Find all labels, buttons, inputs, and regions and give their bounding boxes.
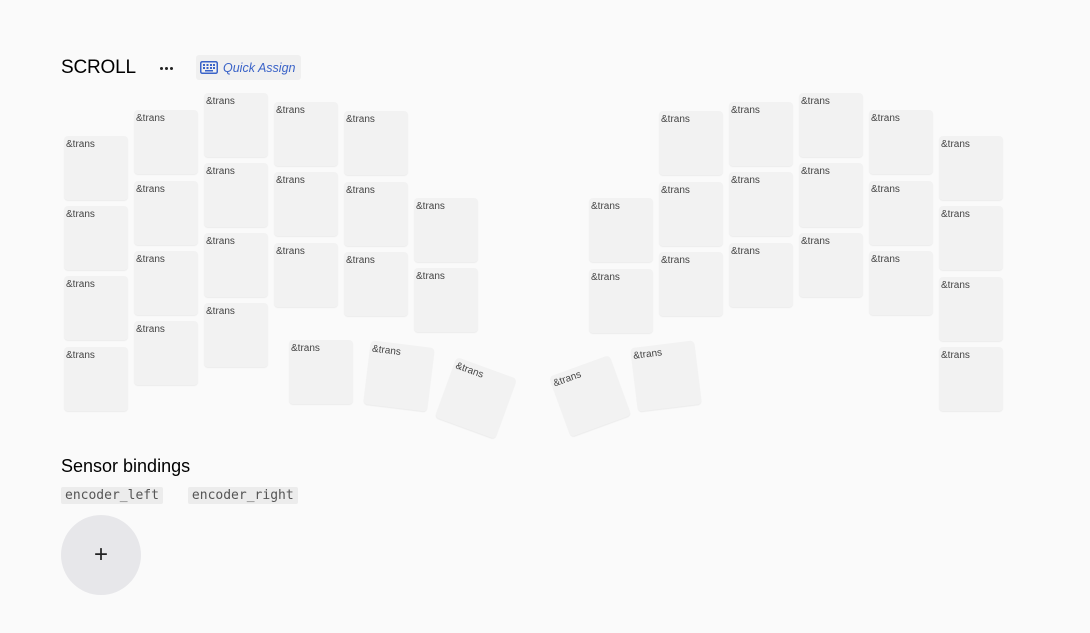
key-label: &trans: [731, 175, 760, 186]
key-label: &trans: [346, 185, 375, 196]
key-label: &trans: [453, 360, 485, 381]
key-label: &trans: [871, 254, 900, 265]
key[interactable]: &trans: [344, 252, 408, 316]
key-label: &trans: [291, 343, 320, 354]
key-label: &trans: [206, 166, 235, 177]
key[interactable]: &trans: [204, 303, 268, 367]
key-label: &trans: [941, 139, 970, 150]
key[interactable]: &trans: [289, 340, 353, 404]
key-label: &trans: [276, 175, 305, 186]
key-label: &trans: [731, 105, 760, 116]
key[interactable]: &trans: [548, 354, 632, 438]
key-label: &trans: [941, 280, 970, 291]
key-label: &trans: [661, 185, 690, 196]
sensor-binding-item[interactable]: encoder_left: [61, 487, 163, 504]
key-label: &trans: [66, 350, 95, 361]
key-label: &trans: [871, 113, 900, 124]
key-label: &trans: [206, 96, 235, 107]
sensor-binding-item[interactable]: encoder_right: [187, 487, 298, 504]
key[interactable]: &trans: [589, 198, 653, 262]
key[interactable]: &trans: [64, 206, 128, 270]
key-label: &trans: [136, 184, 165, 195]
key[interactable]: &trans: [64, 276, 128, 340]
key-label: &trans: [276, 246, 305, 257]
key-label: &trans: [276, 105, 305, 116]
key[interactable]: &trans: [274, 243, 338, 307]
key[interactable]: &trans: [729, 172, 793, 236]
key[interactable]: &trans: [799, 93, 863, 157]
key[interactable]: &trans: [204, 93, 268, 157]
key[interactable]: &trans: [363, 340, 435, 412]
key[interactable]: &trans: [414, 268, 478, 332]
key-label: &trans: [632, 347, 663, 362]
key[interactable]: &trans: [729, 243, 793, 307]
key[interactable]: &trans: [939, 347, 1003, 411]
key[interactable]: &trans: [134, 251, 198, 315]
key-label: &trans: [591, 272, 620, 283]
key-label: &trans: [591, 201, 620, 212]
key-label: &trans: [66, 139, 95, 150]
key[interactable]: &trans: [64, 136, 128, 200]
key-label: &trans: [801, 166, 830, 177]
key-label: &trans: [136, 324, 165, 335]
key[interactable]: &trans: [729, 102, 793, 166]
key-label: &trans: [941, 209, 970, 220]
key-label: &trans: [941, 350, 970, 361]
key-label: &trans: [551, 369, 583, 390]
key[interactable]: &trans: [204, 233, 268, 297]
key-label: &trans: [416, 271, 445, 282]
key[interactable]: &trans: [204, 163, 268, 227]
key[interactable]: &trans: [869, 110, 933, 174]
sensor-bindings-list: encoder_left encoder_right: [61, 487, 323, 504]
key[interactable]: &trans: [799, 163, 863, 227]
key[interactable]: &trans: [659, 252, 723, 316]
key[interactable]: &trans: [630, 340, 702, 412]
key-label: &trans: [661, 114, 690, 125]
key[interactable]: &trans: [344, 182, 408, 246]
keyboard-layout: &trans &trans &trans &trans &trans &trans &tra…: [0, 0, 1090, 450]
key-label: &trans: [801, 96, 830, 107]
key[interactable]: &trans: [344, 111, 408, 175]
key[interactable]: &trans: [64, 347, 128, 411]
plus-icon: +: [93, 541, 108, 568]
key-label: &trans: [801, 236, 830, 247]
key[interactable]: &trans: [274, 172, 338, 236]
key[interactable]: &trans: [434, 356, 518, 440]
key-label: &trans: [416, 201, 445, 212]
key[interactable]: &trans: [659, 182, 723, 246]
key[interactable]: &trans: [799, 233, 863, 297]
key-label: &trans: [206, 306, 235, 317]
key-label: &trans: [371, 343, 402, 359]
key-label: &trans: [731, 246, 760, 257]
key[interactable]: &trans: [589, 269, 653, 333]
key[interactable]: &trans: [414, 198, 478, 262]
key[interactable]: &trans: [274, 102, 338, 166]
key-label: &trans: [66, 279, 95, 290]
key[interactable]: &trans: [659, 111, 723, 175]
key[interactable]: &trans: [134, 181, 198, 245]
add-sensor-button[interactable]: +: [61, 515, 141, 595]
key-label: &trans: [346, 114, 375, 125]
key[interactable]: &trans: [869, 251, 933, 315]
key[interactable]: &trans: [134, 321, 198, 385]
sensor-bindings-title: Sensor bindings: [61, 456, 191, 476]
key-label: &trans: [136, 113, 165, 124]
key-label: &trans: [136, 254, 165, 265]
key-label: &trans: [66, 209, 95, 220]
key[interactable]: &trans: [939, 277, 1003, 341]
key-label: &trans: [206, 236, 235, 247]
key[interactable]: &trans: [939, 136, 1003, 200]
key-label: &trans: [871, 184, 900, 195]
key[interactable]: &trans: [939, 206, 1003, 270]
key[interactable]: &trans: [869, 181, 933, 245]
key-label: &trans: [346, 255, 375, 266]
key[interactable]: &trans: [134, 110, 198, 174]
key-label: &trans: [661, 255, 690, 266]
